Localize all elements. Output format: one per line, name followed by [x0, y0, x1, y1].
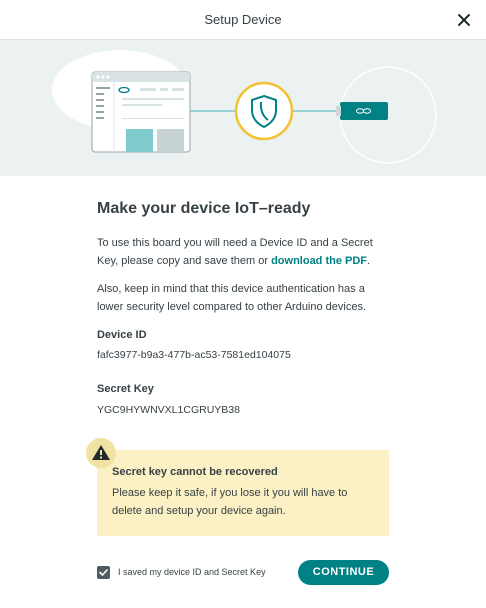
saved-checkbox-label[interactable]: I saved my device ID and Secret Key — [118, 567, 266, 577]
warning-icon — [92, 445, 110, 460]
browser-illustration — [91, 71, 191, 153]
check-icon — [99, 569, 108, 576]
download-pdf-link[interactable]: download the PDF — [271, 255, 367, 267]
secret-key-value: YGC9HYWNVXL1CGRUYB38 — [97, 404, 240, 416]
page-heading: Make your device IoT–ready — [97, 200, 311, 217]
shield-icon — [234, 81, 294, 141]
continue-button[interactable]: CONTINUE — [298, 560, 389, 585]
saved-checkbox[interactable] — [97, 566, 110, 579]
close-icon — [458, 14, 470, 26]
warning-box: Secret key cannot be recovered Please ke… — [97, 450, 389, 536]
warning-badge — [86, 438, 116, 468]
intro-text: To use this board you will need a Device… — [97, 237, 373, 267]
secret-key-label: Secret Key — [97, 383, 154, 395]
warning-text: Please keep it safe, if you lose it you … — [112, 487, 348, 517]
security-note: Also, keep in mind that this device auth… — [97, 283, 367, 313]
device-id-value: fafc3977-b9a3-477b-ac53-7581ed104075 — [97, 349, 291, 361]
device-id-label: Device ID — [97, 329, 147, 341]
dialog-title: Setup Device — [204, 12, 282, 27]
dialog-header: Setup Device — [0, 0, 486, 40]
hero-illustration — [0, 40, 486, 176]
close-button[interactable] — [454, 10, 474, 30]
warning-title: Secret key cannot be recovered — [112, 466, 278, 478]
board-icon — [336, 102, 388, 120]
